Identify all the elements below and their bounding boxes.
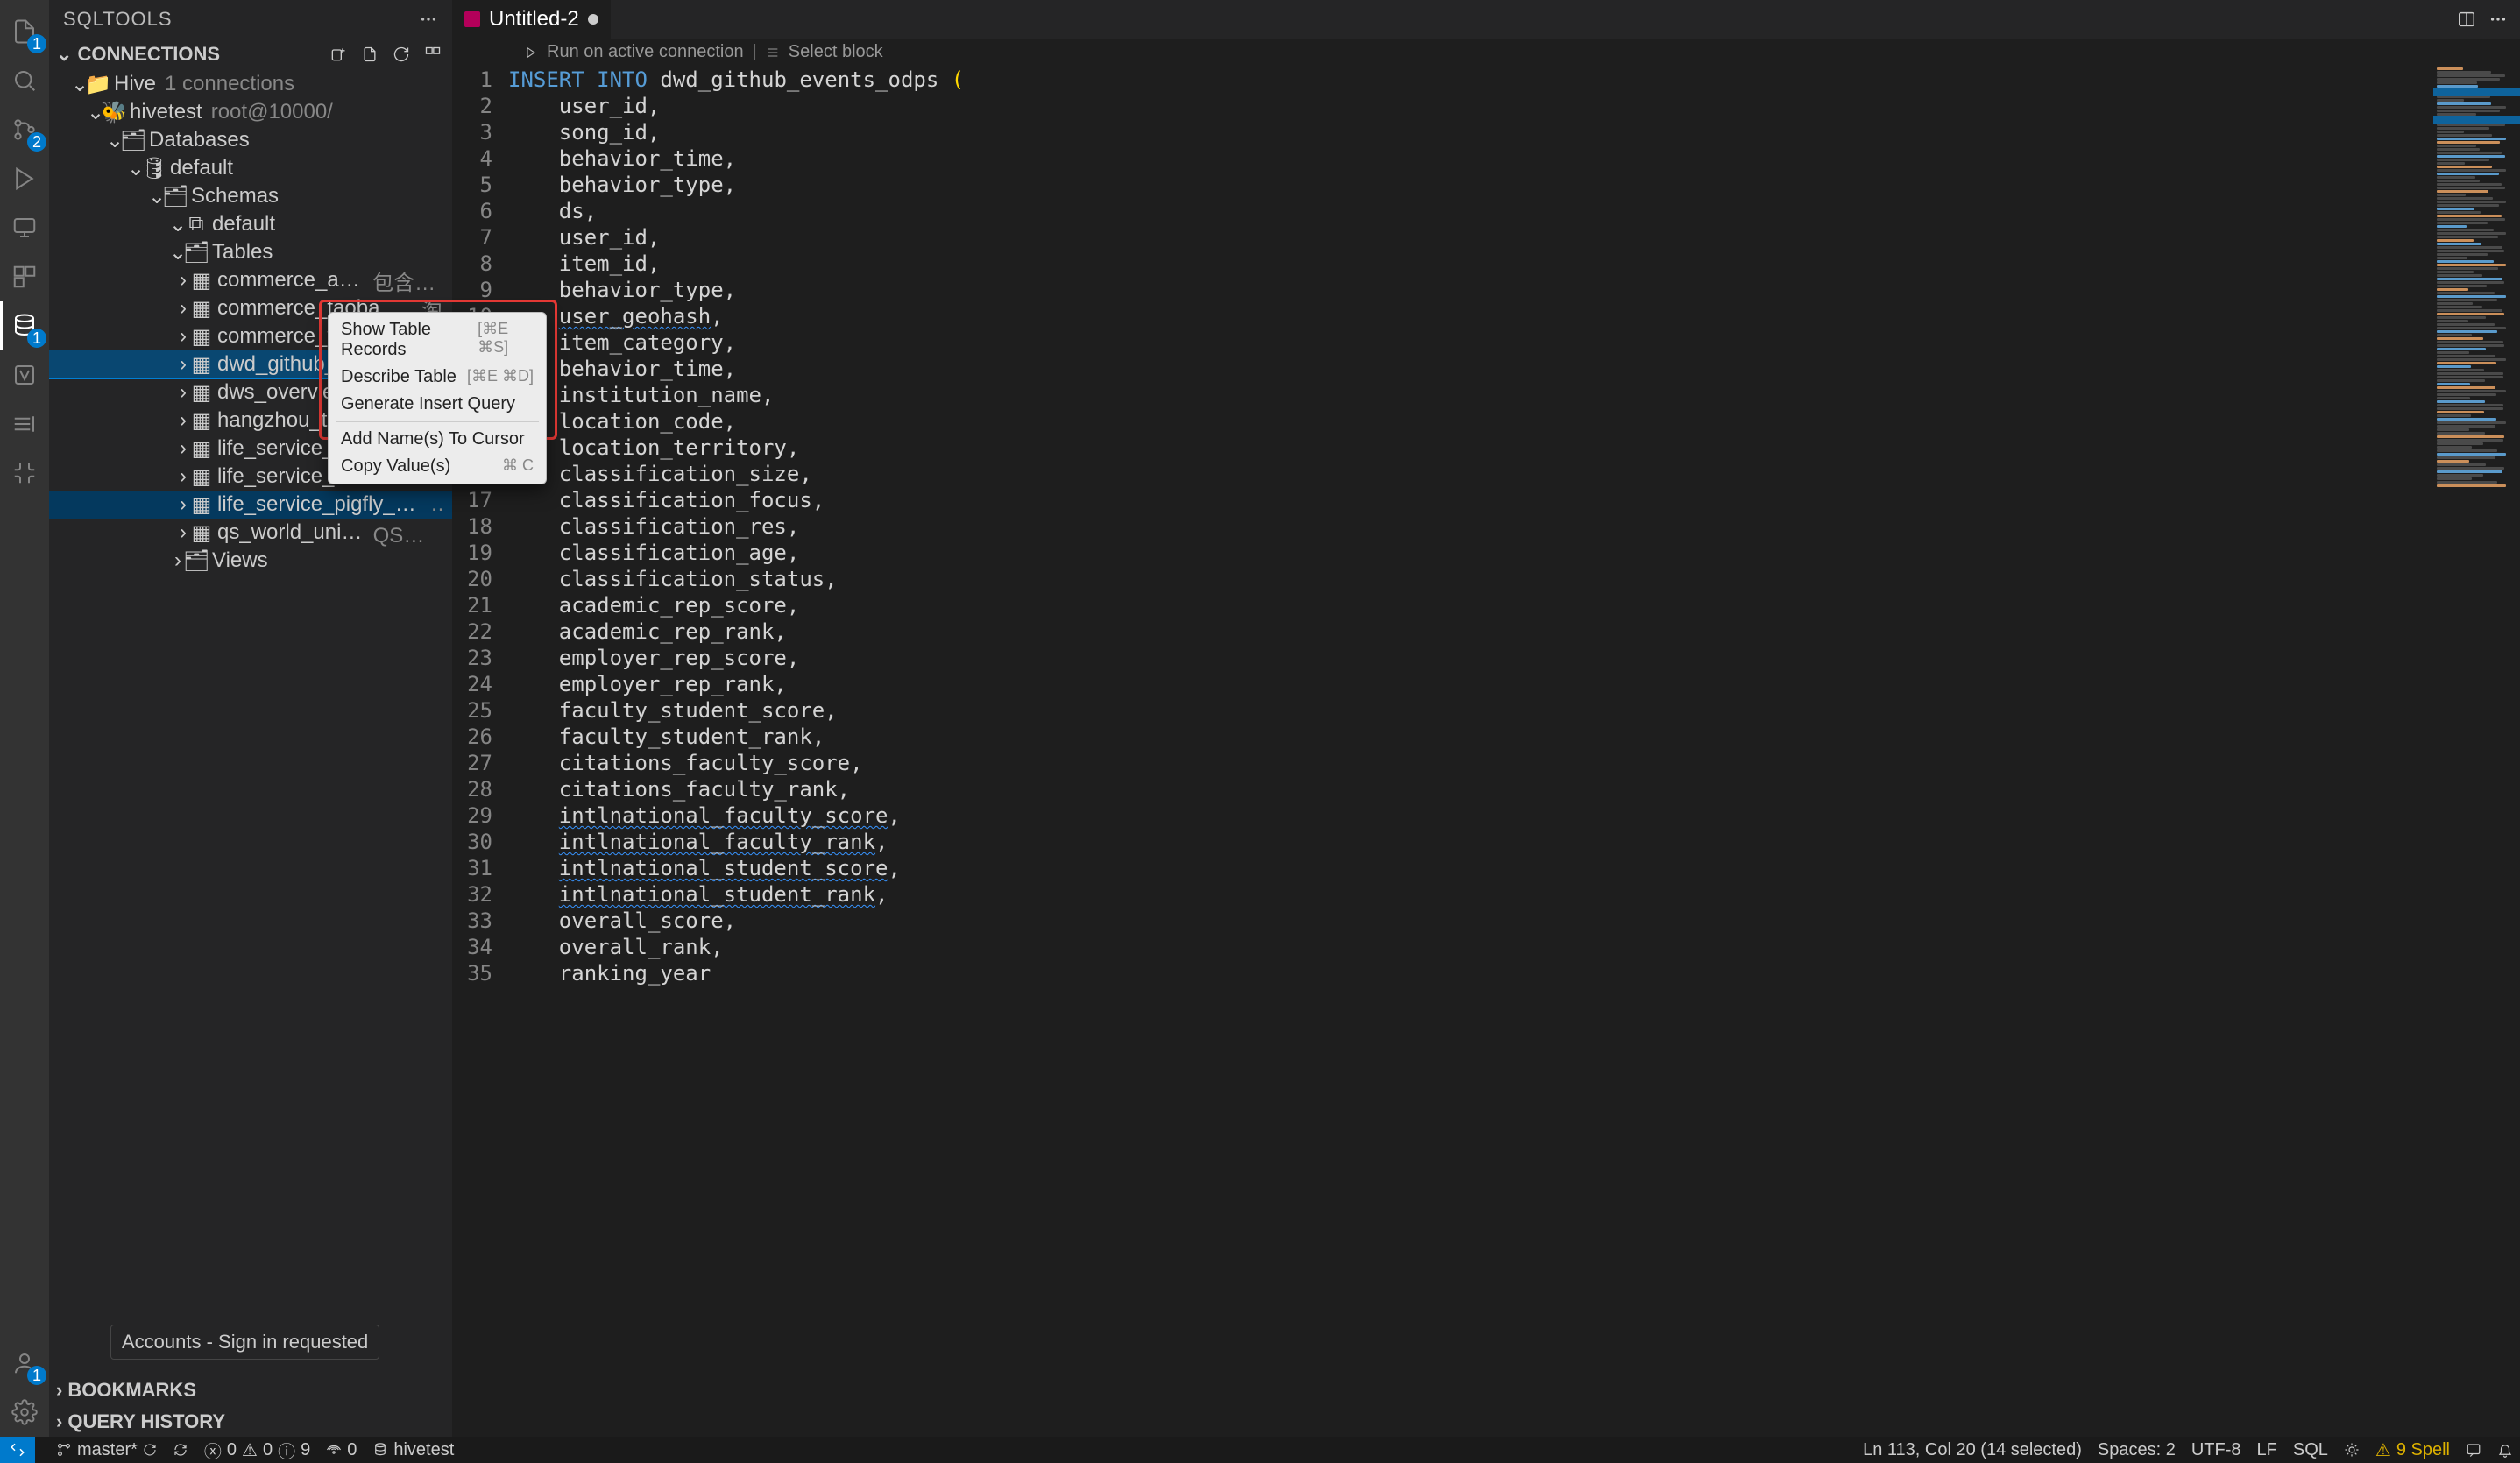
table-icon: ▦ [191,464,212,490]
table-icon: ▦ [191,296,212,322]
split-editor-icon[interactable] [2457,10,2476,29]
badge: 1 [27,34,46,53]
status-spell[interactable]: ⚠9 Spell [2375,1439,2450,1461]
folder-icon: 🗂 [165,184,186,209]
ab-settings[interactable] [0,1388,49,1437]
table-row[interactable]: ›▦life_service_pigfly_user_profile… [49,491,452,519]
editor-group: Untitled-2 Run on active connection | Se… [452,0,2520,1437]
badge: 1 [27,1366,46,1385]
section-bookmarks[interactable]: › BOOKMARKS [49,1374,452,1405]
new-sql-icon[interactable] [357,42,382,67]
ab-sqltools[interactable]: 1 [0,301,49,350]
table-icon: ▦ [191,436,212,462]
table-row[interactable]: ›▦commerce_ali_e_commerce包含了2017… [49,266,452,294]
status-branch[interactable]: master* [56,1440,157,1460]
codelens: Run on active connection | Select block [452,39,2520,67]
list-icon [766,46,780,60]
table-icon: ▦ [191,268,212,293]
node-hive[interactable]: ⌄📁 Hive 1 connections [49,70,452,98]
codelens-select[interactable]: Select block [789,42,883,62]
table-row[interactable]: ›▦qs_world_university_rankingsQS世界大学… [49,519,452,547]
connection-icon: 🐝 [103,100,124,125]
table-icon: ▦ [191,408,212,434]
status-bell-icon[interactable] [2497,1442,2513,1458]
table-icon: ▦ [191,492,212,518]
section-connections[interactable]: ⌄ CONNECTIONS [49,39,452,70]
ab-extensions[interactable] [0,252,49,301]
status-connection[interactable]: hivetest [372,1440,454,1460]
status-bar: master* ⓧ0 ⚠0 ⓘ9 0 hivetest Ln 113, Col … [0,1437,2520,1463]
accounts-tooltip: Accounts - Sign in requested [110,1325,379,1360]
status-ports[interactable]: 0 [326,1440,357,1460]
ab-accounts[interactable]: 1 [0,1339,49,1388]
ab-misc3[interactable] [0,449,49,498]
node-schemas[interactable]: ⌄🗂 Schemas [49,182,452,210]
section-query-history[interactable]: › QUERY HISTORY [49,1405,452,1437]
status-eol[interactable]: LF [2257,1440,2277,1460]
ab-scm[interactable]: 2 [0,105,49,154]
refresh-icon[interactable] [389,42,414,67]
sql-file-icon [464,11,480,27]
ab-search[interactable] [0,56,49,105]
more-icon[interactable] [419,10,438,29]
status-selection[interactable]: Ln 113, Col 20 (14 selected) [1863,1440,2082,1460]
play-icon[interactable] [524,46,538,60]
node-tables[interactable]: ⌄🗂 Tables [49,238,452,266]
db-icon: 🛢 [144,156,165,181]
ab-run[interactable] [0,154,49,203]
ab-remote[interactable] [0,203,49,252]
ab-explorer[interactable]: 1 [0,7,49,56]
cm-describe[interactable]: Describe Table [⌘E ⌘D] [329,364,546,391]
node-databases[interactable]: ⌄🗂 Databases [49,126,452,154]
more-icon[interactable] [2488,10,2508,29]
cm-gen-insert[interactable]: Generate Insert Query [329,391,546,418]
folder-icon: 🗂 [186,240,207,265]
folder-icon: 📁 [88,72,109,97]
status-lang[interactable]: SQL [2293,1440,2328,1460]
status-problems[interactable]: ⓧ0 ⚠0 ⓘ9 [204,1438,310,1463]
remote-indicator[interactable] [0,1437,35,1463]
new-conn-icon[interactable] [326,42,350,67]
sidebar: SQLTOOLS ⌄ CONNECTIONS ⌄📁 Hive 1 connect… [49,0,452,1437]
node-schema-default[interactable]: ⌄⧉ default [49,210,452,238]
tab-untitled[interactable]: Untitled-2 [452,0,612,39]
status-spaces[interactable]: Spaces: 2 [2098,1440,2176,1460]
minimap[interactable] [2432,67,2520,1437]
schema-icon: ⧉ [186,212,207,237]
table-icon: ▦ [191,324,212,350]
context-menu: Show Table Records [⌘E ⌘S] Describe Tabl… [328,312,547,484]
node-views[interactable]: ›🗂 Views [49,547,452,575]
codelens-run[interactable]: Run on active connection [547,42,744,62]
editor[interactable]: 1INSERT INTO dwd_github_events_odps (2 u… [452,67,2432,1437]
status-encoding[interactable]: UTF-8 [2191,1440,2241,1460]
status-feedback-icon[interactable] [2466,1442,2481,1458]
status-prettier-icon[interactable] [2344,1442,2360,1458]
cm-add-cursor[interactable]: Add Name(s) To Cursor [329,426,546,453]
badge: 2 [27,132,46,152]
folder-icon: 🗂 [123,128,144,153]
sidebar-title: SQLTOOLS [63,8,173,31]
table-icon: ▦ [191,352,212,378]
cm-show-records[interactable]: Show Table Records [⌘E ⌘S] [329,316,546,364]
status-sync-icon[interactable] [173,1442,188,1458]
folder-icon: 🗂 [186,548,207,574]
badge: 1 [27,329,46,348]
collapse-icon[interactable] [421,42,445,67]
node-db-default[interactable]: ⌄🛢 default [49,154,452,182]
cm-copy-values[interactable]: Copy Value(s) ⌘ C [329,453,546,480]
node-hivetest[interactable]: ⌄🐝 hivetest root@10000/ [49,98,452,126]
dirty-dot-icon [588,14,598,25]
table-icon: ▦ [191,380,212,406]
table-icon: ▦ [191,520,212,546]
activity-bar: 1 2 1 1 [0,0,49,1437]
ab-misc2[interactable] [0,399,49,449]
connections-tree: ⌄📁 Hive 1 connections ⌄🐝 hivetest root@1… [49,70,452,1373]
ab-misc1[interactable] [0,350,49,399]
